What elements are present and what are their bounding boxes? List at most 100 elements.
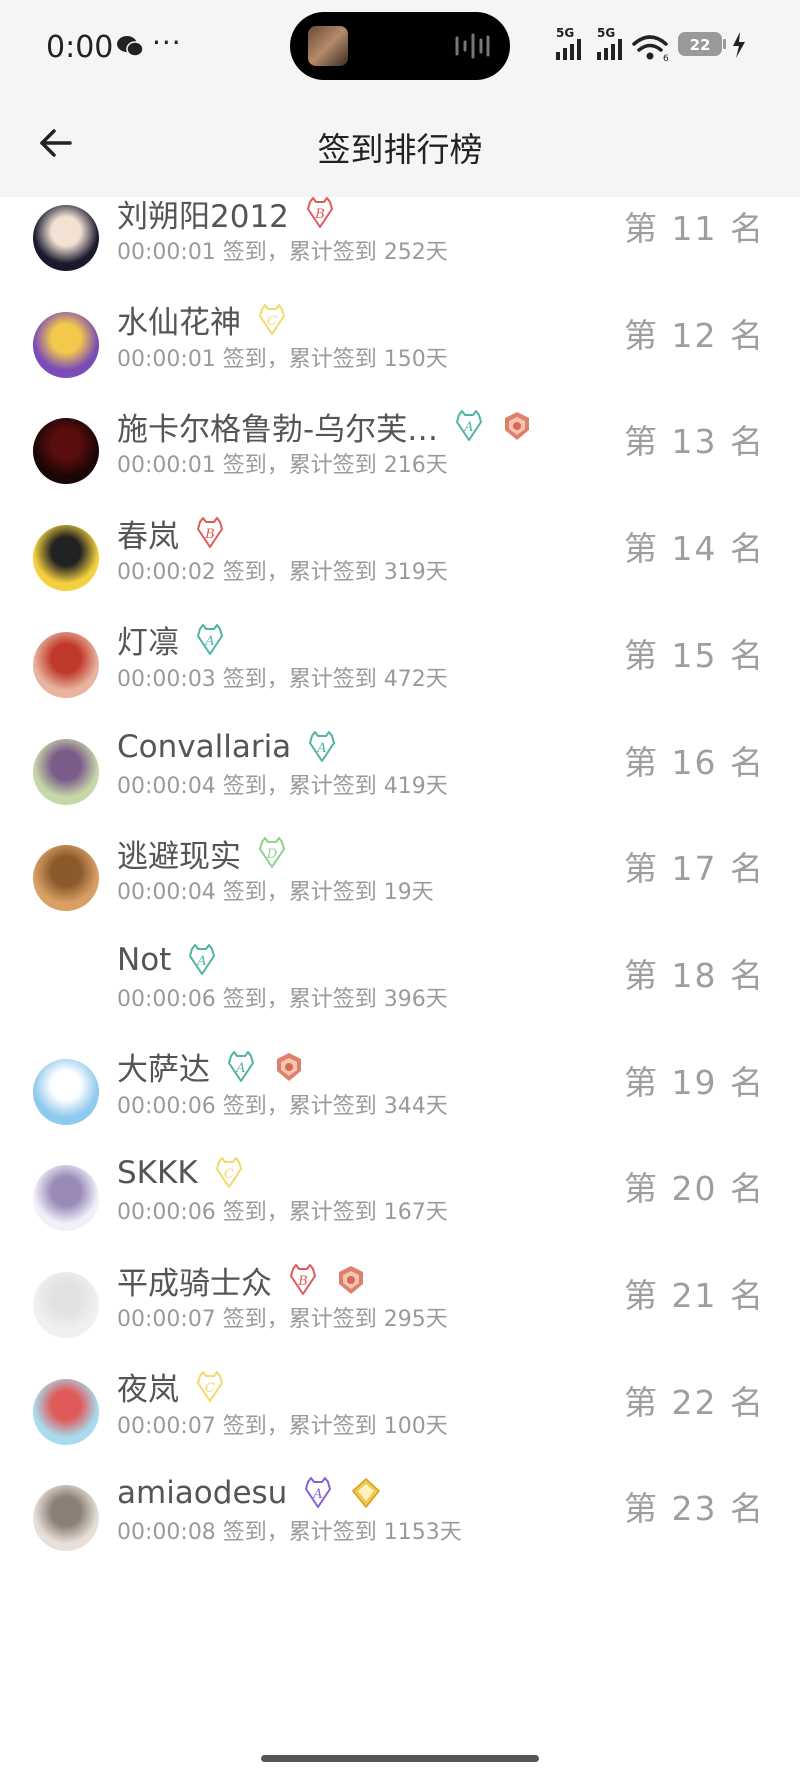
checkin-detail: 00:00:06 签到，累计签到 344天	[117, 1093, 448, 1119]
checkin-detail: 00:00:06 签到，累计签到 396天	[117, 986, 448, 1012]
name-line: 夜岚 C	[117, 1364, 227, 1410]
user-name[interactable]: 春岚	[117, 511, 179, 556]
name-line: 水仙花神 C	[117, 297, 289, 343]
level-c-badge-icon: C	[197, 1370, 223, 1402]
user-avatar[interactable]	[33, 631, 99, 698]
ranking-row[interactable]: 夜岚 C 00:00:07 签到，累计签到 100天 第 22 名	[0, 1364, 800, 1485]
svg-text:6: 6	[663, 54, 669, 64]
user-avatar[interactable]	[33, 1378, 99, 1445]
svg-text:C: C	[267, 314, 277, 329]
checkin-detail: 00:00:07 签到，累计签到 295天	[117, 1307, 448, 1332]
audio-wave-icon	[455, 33, 490, 59]
user-avatar[interactable]	[33, 418, 99, 485]
name-line: Convallaria A	[117, 724, 339, 770]
user-avatar[interactable]	[33, 1485, 99, 1552]
ranking-list[interactable]: 刘朔阳2012 B 00:00:01 签到，累计签到 252天 第 11 名水仙花神 C…	[0, 197, 800, 1742]
level-b-badge-icon: B	[290, 1264, 316, 1295]
checkin-detail: 00:00:01 签到，累计签到 216天	[117, 453, 448, 479]
ranking-row[interactable]: amiaodesu A 00:00:08 签到，累计签到 1153天 第 23 名	[0, 1470, 800, 1591]
rank-label: 第 18 名	[624, 955, 765, 995]
checkin-detail: 00:00:02 签到，累计签到 319天	[117, 560, 448, 586]
user-name[interactable]: 施卡尔格鲁勃-乌尔芙…	[117, 404, 438, 449]
level-a-badge-icon: A	[305, 1477, 332, 1509]
ranking-row[interactable]: 逃避现实 D 00:00:04 签到，累计签到 19天 第 17 名	[0, 830, 800, 951]
ranking-row[interactable]: 春岚 B 00:00:02 签到，累计签到 319天 第 14 名	[0, 510, 800, 631]
ranking-row[interactable]: 大萨达 A 00:00:06 签到，累计签到 344天 第 19 名	[0, 1044, 800, 1165]
user-name[interactable]: 刘朔阳2012	[117, 197, 289, 236]
level-c-badge-icon: C	[259, 303, 285, 335]
user-name[interactable]: SKKK	[117, 1155, 198, 1191]
rank-label: 第 19 名	[624, 1062, 765, 1102]
more-notifications-icon: ···	[152, 26, 182, 59]
ranking-row[interactable]: Convallaria A 00:00:04 签到，累计签到 419天 第 16 名	[0, 724, 800, 845]
checkin-detail: 00:00:07 签到，累计签到 100天	[117, 1413, 448, 1439]
user-avatar[interactable]	[33, 1058, 99, 1125]
ranking-row[interactable]: SKKK C 00:00:06 签到，累计签到 167天 第 20 名	[0, 1150, 800, 1271]
name-line: 灯凛 A	[117, 617, 227, 663]
user-name[interactable]: 夜岚	[117, 1364, 179, 1409]
user-name[interactable]: 灯凛	[117, 617, 179, 662]
user-name[interactable]: 水仙花神	[117, 297, 241, 342]
svg-text:A: A	[235, 1061, 245, 1076]
user-avatar[interactable]	[33, 525, 99, 592]
checkin-detail: 00:00:08 签到，累计签到 1153天	[117, 1520, 462, 1546]
medal-crest-icon	[505, 412, 530, 441]
page-title: 签到排行榜	[317, 130, 483, 169]
user-avatar[interactable]	[33, 738, 99, 805]
name-line: 刘朔阳2012 B	[117, 197, 337, 236]
checkin-detail: 00:00:03 签到，累计签到 472天	[117, 666, 448, 692]
user-name[interactable]: 逃避现实	[117, 831, 241, 876]
user-name[interactable]: amiaodesu	[117, 1475, 287, 1511]
user-avatar[interactable]	[33, 1272, 99, 1338]
user-name[interactable]: 大萨达	[117, 1044, 210, 1089]
svg-text:A: A	[316, 741, 326, 756]
level-d-badge-icon: D	[259, 837, 285, 869]
charging-icon	[733, 32, 745, 58]
level-b-badge-icon: B	[197, 517, 223, 549]
gem-badge-icon	[352, 1478, 381, 1509]
ranking-row[interactable]: 平成骑士众 B 00:00:07 签到，累计签到 295天 第 21 名	[0, 1257, 800, 1378]
ranking-row[interactable]: 刘朔阳2012 B 00:00:01 签到，累计签到 252天 第 11 名	[0, 197, 800, 311]
dynamic-island[interactable]	[290, 12, 510, 80]
status-time: 0:00	[46, 30, 114, 65]
checkin-detail: 00:00:04 签到，累计签到 19天	[117, 880, 434, 906]
checkin-detail: 00:00:01 签到，累计签到 150天	[117, 346, 448, 372]
level-b-badge-icon: B	[306, 197, 333, 228]
ranking-row[interactable]: Not A 00:00:06 签到，累计签到 396天 第 18 名	[0, 937, 800, 1058]
ranking-row[interactable]: 施卡尔格鲁勃-乌尔芙… A 00:00:01 签到，累计签到 216天 第 13 名	[0, 403, 800, 524]
user-avatar[interactable]	[33, 845, 99, 912]
level-a-badge-icon: A	[309, 730, 336, 762]
wechat-icon	[117, 36, 144, 57]
svg-text:A: A	[197, 954, 207, 969]
user-name[interactable]: Convallaria	[117, 729, 291, 765]
name-line: SKKK C	[117, 1150, 246, 1196]
home-indicator[interactable]	[261, 1755, 539, 1762]
checkin-detail: 00:00:01 签到，累计签到 252天	[117, 240, 448, 265]
user-avatar[interactable]	[33, 311, 99, 378]
svg-text:B: B	[297, 1274, 308, 1289]
checkin-detail: 00:00:06 签到，累计签到 167天	[117, 1200, 448, 1226]
rank-label: 第 12 名	[624, 315, 765, 355]
signal-icon-2	[597, 39, 622, 60]
svg-text:C: C	[224, 1167, 234, 1182]
nav-bar: 签到排行榜	[0, 95, 800, 197]
ranking-row[interactable]: 水仙花神 C 00:00:01 签到，累计签到 150天 第 12 名	[0, 297, 800, 418]
svg-text:D: D	[266, 847, 278, 862]
user-avatar[interactable]	[33, 1165, 99, 1232]
user-avatar[interactable]	[33, 205, 99, 271]
name-line: amiaodesu A	[117, 1470, 383, 1516]
level-a-badge-icon: A	[228, 1050, 254, 1082]
level-a-badge-icon: A	[197, 623, 223, 655]
rank-label: 第 11 名	[624, 209, 765, 248]
ranking-row[interactable]: 灯凛 A 00:00:03 签到，累计签到 472天 第 15 名	[0, 617, 800, 738]
rank-label: 第 20 名	[624, 1169, 765, 1209]
user-name[interactable]: 平成骑士众	[117, 1258, 272, 1303]
user-name[interactable]: Not	[117, 942, 171, 978]
svg-text:A: A	[463, 420, 473, 435]
name-line: 施卡尔格鲁勃-乌尔芙… A	[117, 403, 534, 449]
svg-text:22: 22	[690, 36, 711, 54]
svg-text:A: A	[313, 1487, 323, 1502]
user-avatar[interactable]	[33, 951, 99, 1018]
svg-text:A: A	[204, 634, 214, 649]
svg-text:B: B	[204, 527, 215, 542]
